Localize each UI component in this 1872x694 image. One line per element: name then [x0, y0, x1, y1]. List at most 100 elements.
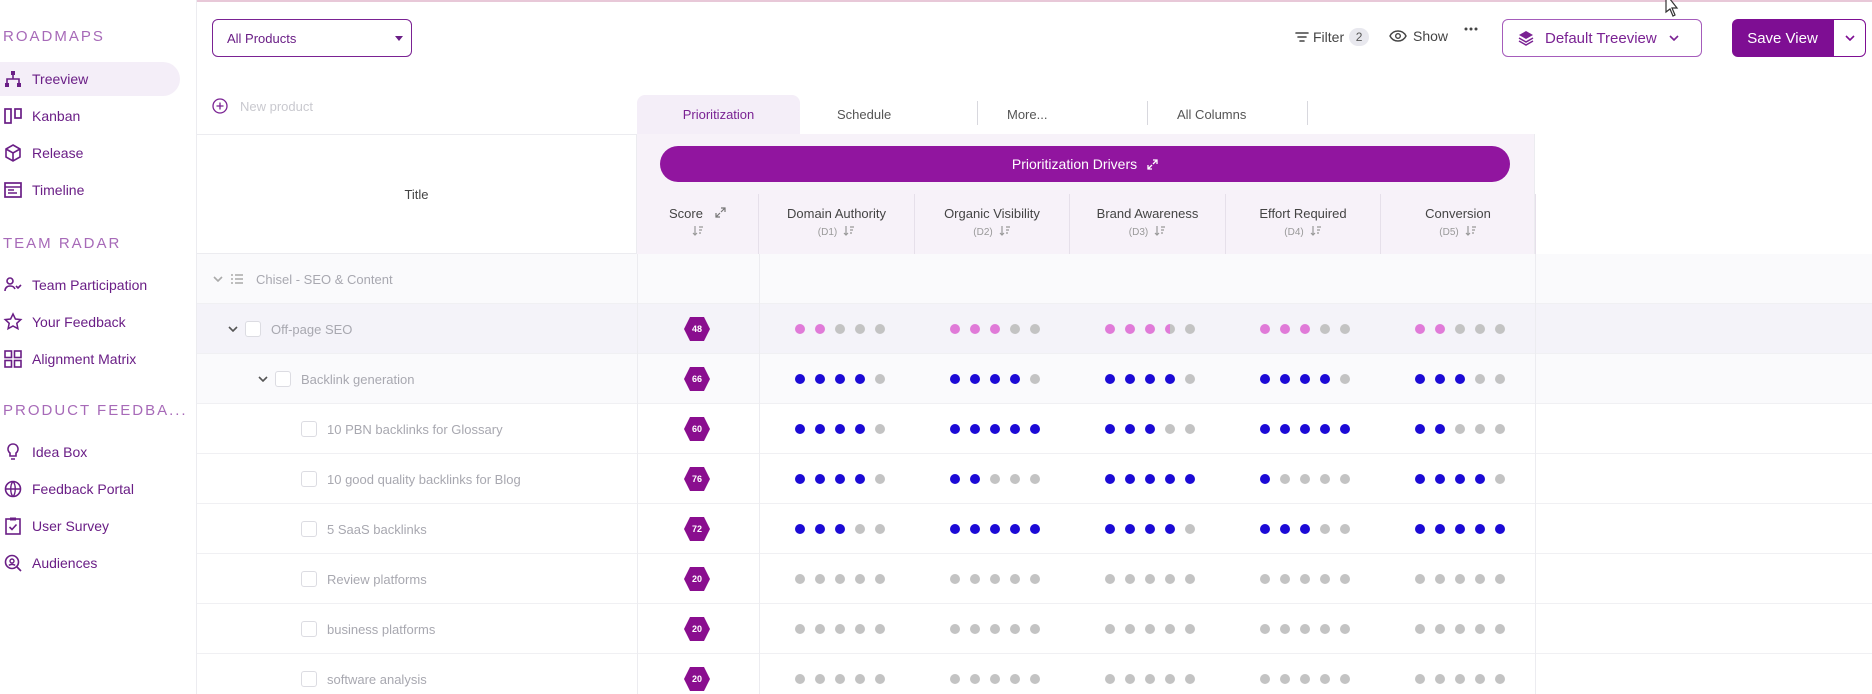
- driver-rating[interactable]: [795, 574, 895, 584]
- driver-rating[interactable]: [795, 674, 895, 684]
- row-checkbox[interactable]: [301, 421, 317, 437]
- sidebar-item-user-survey[interactable]: User Survey: [0, 509, 180, 543]
- sort-icon[interactable]: [637, 225, 758, 240]
- row-checkbox[interactable]: [301, 671, 317, 687]
- table-row[interactable]: Off-page SEO 48: [197, 304, 1872, 354]
- table-row[interactable]: Backlink generation 66: [197, 354, 1872, 404]
- filter-button[interactable]: Filter 2: [1295, 28, 1370, 46]
- row-title[interactable]: 5 SaaS backlinks: [327, 522, 427, 537]
- driver-rating[interactable]: [1415, 424, 1515, 434]
- driver-rating[interactable]: [1105, 624, 1205, 634]
- driver-rating[interactable]: [1260, 474, 1360, 484]
- driver-rating[interactable]: [1260, 324, 1360, 334]
- driver-rating[interactable]: [950, 324, 1050, 334]
- driver-rating[interactable]: [1105, 324, 1205, 334]
- sidebar-item-treeview[interactable]: Treeview: [0, 62, 180, 96]
- driver-rating[interactable]: [1105, 374, 1205, 384]
- sidebar-item-audiences[interactable]: Audiences: [0, 546, 180, 580]
- driver-rating[interactable]: [1260, 424, 1360, 434]
- more-options-button[interactable]: [1464, 26, 1478, 32]
- sidebar-item-your-feedback[interactable]: Your Feedback: [0, 305, 180, 339]
- table-row[interactable]: 5 SaaS backlinks 72: [197, 504, 1872, 554]
- row-checkbox[interactable]: [301, 471, 317, 487]
- row-title[interactable]: Backlink generation: [301, 372, 414, 387]
- driver-rating[interactable]: [795, 374, 895, 384]
- driver-rating[interactable]: [1260, 524, 1360, 534]
- driver-rating[interactable]: [1260, 674, 1360, 684]
- row-title[interactable]: business platforms: [327, 622, 435, 637]
- driver-column-header[interactable]: Effort Required (D4): [1226, 194, 1381, 254]
- sidebar-item-kanban[interactable]: Kanban: [0, 99, 180, 133]
- chevron-down-icon[interactable]: [225, 321, 241, 337]
- driver-rating[interactable]: [950, 374, 1050, 384]
- save-options-button[interactable]: [1833, 19, 1866, 57]
- product-select[interactable]: All Products: [212, 19, 412, 57]
- driver-rating[interactable]: [1260, 624, 1360, 634]
- driver-rating[interactable]: [1105, 524, 1205, 534]
- driver-rating[interactable]: [1105, 574, 1205, 584]
- table-row[interactable]: business platforms 20: [197, 604, 1872, 654]
- group-row[interactable]: Chisel - SEO & Content: [197, 254, 1872, 304]
- driver-rating[interactable]: [950, 524, 1050, 534]
- driver-rating[interactable]: [1260, 374, 1360, 384]
- driver-rating[interactable]: [1105, 474, 1205, 484]
- show-button[interactable]: Show: [1389, 28, 1448, 44]
- row-title[interactable]: software analysis: [327, 672, 427, 687]
- driver-column-header[interactable]: Domain Authority (D1): [759, 194, 915, 254]
- driver-rating[interactable]: [1105, 424, 1205, 434]
- sort-icon[interactable]: [1154, 225, 1166, 240]
- prioritization-drivers-banner[interactable]: Prioritization Drivers: [660, 146, 1510, 182]
- row-title[interactable]: 10 good quality backlinks for Blog: [327, 472, 521, 487]
- sort-icon[interactable]: [843, 225, 855, 240]
- row-checkbox[interactable]: [301, 621, 317, 637]
- driver-rating[interactable]: [1415, 374, 1515, 384]
- chevron-down-icon[interactable]: [210, 271, 226, 287]
- sort-icon[interactable]: [999, 225, 1011, 240]
- driver-rating[interactable]: [1415, 624, 1515, 634]
- driver-column-header[interactable]: Brand Awareness (D3): [1070, 194, 1226, 254]
- driver-rating[interactable]: [950, 424, 1050, 434]
- row-title[interactable]: Off-page SEO: [271, 322, 352, 337]
- row-checkbox[interactable]: [301, 521, 317, 537]
- title-column-header[interactable]: Title: [197, 134, 637, 254]
- driver-rating[interactable]: [795, 424, 895, 434]
- driver-rating[interactable]: [1415, 324, 1515, 334]
- driver-column-header[interactable]: Organic Visibility (D2): [915, 194, 1070, 254]
- sidebar-item-timeline[interactable]: Timeline: [0, 173, 180, 207]
- driver-rating[interactable]: [1105, 674, 1205, 684]
- row-checkbox[interactable]: [275, 371, 291, 387]
- sidebar-item-release[interactable]: Release: [0, 136, 180, 170]
- row-title[interactable]: Chisel - SEO & Content: [256, 272, 393, 287]
- driver-rating[interactable]: [1260, 574, 1360, 584]
- driver-rating[interactable]: [950, 624, 1050, 634]
- tab-more[interactable]: More...: [1007, 95, 1047, 134]
- driver-rating[interactable]: [1415, 474, 1515, 484]
- driver-rating[interactable]: [795, 474, 895, 484]
- driver-rating[interactable]: [950, 574, 1050, 584]
- sidebar-item-idea-box[interactable]: Idea Box: [0, 435, 180, 469]
- chevron-down-icon[interactable]: [255, 371, 271, 387]
- driver-rating[interactable]: [1415, 674, 1515, 684]
- driver-rating[interactable]: [795, 524, 895, 534]
- sidebar-item-team-participation[interactable]: Team Participation: [0, 268, 180, 302]
- table-row[interactable]: 10 PBN backlinks for Glossary 60: [197, 404, 1872, 454]
- table-row[interactable]: Review platforms 20: [197, 554, 1872, 604]
- sidebar-item-alignment-matrix[interactable]: Alignment Matrix: [0, 342, 180, 376]
- row-title[interactable]: 10 PBN backlinks for Glossary: [327, 422, 503, 437]
- sort-icon[interactable]: [1465, 225, 1477, 240]
- row-checkbox[interactable]: [245, 321, 261, 337]
- tab-prioritization[interactable]: Prioritization: [637, 95, 800, 134]
- sidebar-item-feedback-portal[interactable]: Feedback Portal: [0, 472, 180, 506]
- driver-rating[interactable]: [795, 324, 895, 334]
- driver-rating[interactable]: [950, 674, 1050, 684]
- tab-all-columns[interactable]: All Columns: [1177, 95, 1246, 134]
- driver-rating[interactable]: [1415, 574, 1515, 584]
- row-title[interactable]: Review platforms: [327, 572, 427, 587]
- sort-icon[interactable]: [1310, 225, 1322, 240]
- treeview-select-button[interactable]: Default Treeview: [1502, 19, 1702, 57]
- score-column-header[interactable]: Score: [637, 194, 759, 254]
- row-checkbox[interactable]: [301, 571, 317, 587]
- save-view-button[interactable]: Save View: [1732, 19, 1833, 57]
- table-row[interactable]: software analysis 20: [197, 654, 1872, 694]
- tab-schedule[interactable]: Schedule: [837, 95, 891, 134]
